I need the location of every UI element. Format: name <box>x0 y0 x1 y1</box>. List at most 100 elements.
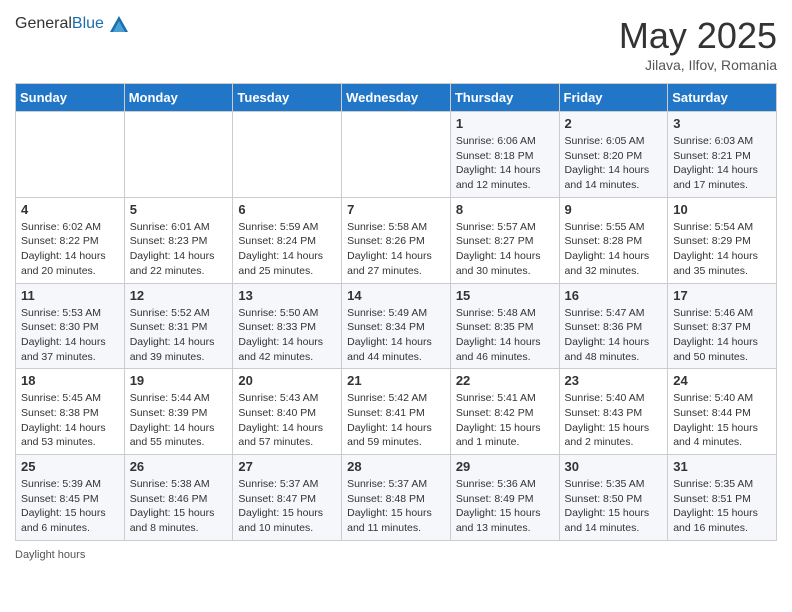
header-day-monday: Monday <box>124 84 233 112</box>
day-number: 20 <box>238 373 336 388</box>
logo-general-text: General <box>15 15 72 32</box>
calendar-cell: 23Sunrise: 5:40 AM Sunset: 8:43 PM Dayli… <box>559 369 668 455</box>
day-info: Sunrise: 5:35 AM Sunset: 8:51 PM Dayligh… <box>673 477 771 536</box>
header-day-sunday: Sunday <box>16 84 125 112</box>
day-info: Sunrise: 6:03 AM Sunset: 8:21 PM Dayligh… <box>673 134 771 193</box>
calendar-cell: 27 Sunrise: 5:37 AM Sunset: 8:47 PM Dayli… <box>233 455 342 541</box>
month-title: May 2025 <box>619 15 777 57</box>
day-info: Sunrise: 5:49 AM Sunset: 8:34 PM Dayligh… <box>347 306 445 365</box>
day-number: 25 <box>21 459 119 474</box>
header-day-tuesday: Tuesday <box>233 84 342 112</box>
day-number: 7 <box>347 202 445 217</box>
day-info: Sunrise: 5:54 AM Sunset: 8:29 PM Dayligh… <box>673 220 771 279</box>
day-info: Sunrise: 5:43 AM Sunset: 8:40 PM Dayligh… <box>238 391 336 450</box>
logo: GeneralBlue <box>15 15 128 33</box>
location: Jilava, Ilfov, Romania <box>619 57 777 73</box>
day-info: Sunrise: 5:58 AM Sunset: 8:26 PM Dayligh… <box>347 220 445 279</box>
day-info: Sunrise: 5:50 AM Sunset: 8:33 PM Dayligh… <box>238 306 336 365</box>
day-info: Sunrise: 5:38 AM Sunset: 8:46 PM Dayligh… <box>130 477 228 536</box>
day-number: 5 <box>130 202 228 217</box>
calendar-cell: 15 Sunrise: 5:48 AM Sunset: 8:35 PM Dayli… <box>450 283 559 369</box>
day-info: Sunrise: 5:53 AM Sunset: 8:30 PM Dayligh… <box>21 306 119 365</box>
day-info: Sunrise: 5:35 AM Sunset: 8:50 PM Dayligh… <box>565 477 663 536</box>
calendar-cell: 26 Sunrise: 5:38 AM Sunset: 8:46 PM Dayli… <box>124 455 233 541</box>
calendar-cell: 5 Sunrise: 6:01 AM Sunset: 8:23 PM Daylig… <box>124 197 233 283</box>
day-number: 28 <box>347 459 445 474</box>
calendar-cell: 13Sunrise: 5:50 AM Sunset: 8:33 PM Dayli… <box>233 283 342 369</box>
calendar-cell: 21Sunrise: 5:42 AM Sunset: 8:41 PM Dayli… <box>342 369 451 455</box>
calendar-week-3: 11 Sunrise: 5:53 AM Sunset: 8:30 PM Dayli… <box>16 283 777 369</box>
day-info: Sunrise: 5:37 AM Sunset: 8:47 PM Dayligh… <box>238 477 336 536</box>
day-info: Sunrise: 5:47 AM Sunset: 8:36 PM Dayligh… <box>565 306 663 365</box>
day-info: Sunrise: 5:57 AM Sunset: 8:27 PM Dayligh… <box>456 220 554 279</box>
day-number: 3 <box>673 116 771 131</box>
calendar-week-5: 25 Sunrise: 5:39 AM Sunset: 8:45 PM Dayli… <box>16 455 777 541</box>
logo-blue-text: Blue <box>72 15 104 32</box>
day-info: Sunrise: 5:39 AM Sunset: 8:45 PM Dayligh… <box>21 477 119 536</box>
day-info: Sunrise: 5:46 AM Sunset: 8:37 PM Dayligh… <box>673 306 771 365</box>
calendar-cell: 7 Sunrise: 5:58 AM Sunset: 8:26 PM Daylig… <box>342 197 451 283</box>
day-number: 31 <box>673 459 771 474</box>
footer: Daylight hours <box>15 549 777 561</box>
calendar-cell: 14 Sunrise: 5:49 AM Sunset: 8:34 PM Dayli… <box>342 283 451 369</box>
calendar-cell <box>342 112 451 198</box>
calendar-cell: 12Sunrise: 5:52 AM Sunset: 8:31 PM Dayli… <box>124 283 233 369</box>
header-day-wednesday: Wednesday <box>342 84 451 112</box>
calendar-cell: 22 Sunrise: 5:41 AM Sunset: 8:42 PM Dayli… <box>450 369 559 455</box>
day-info: Sunrise: 5:40 AM Sunset: 8:44 PM Dayligh… <box>673 391 771 450</box>
calendar-week-1: 1Sunrise: 6:06 AM Sunset: 8:18 PM Daylig… <box>16 112 777 198</box>
day-number: 12 <box>130 288 228 303</box>
day-number: 17 <box>673 288 771 303</box>
calendar-body: 1Sunrise: 6:06 AM Sunset: 8:18 PM Daylig… <box>16 112 777 541</box>
calendar-cell: 3 Sunrise: 6:03 AM Sunset: 8:21 PM Daylig… <box>668 112 777 198</box>
day-info: Sunrise: 5:41 AM Sunset: 8:42 PM Dayligh… <box>456 391 554 450</box>
day-number: 24 <box>673 373 771 388</box>
header-day-thursday: Thursday <box>450 84 559 112</box>
day-number: 9 <box>565 202 663 217</box>
calendar-cell <box>16 112 125 198</box>
calendar-cell: 29 Sunrise: 5:36 AM Sunset: 8:49 PM Dayli… <box>450 455 559 541</box>
day-number: 26 <box>130 459 228 474</box>
day-number: 2 <box>565 116 663 131</box>
calendar-week-4: 18 Sunrise: 5:45 AM Sunset: 8:38 PM Dayli… <box>16 369 777 455</box>
day-number: 27 <box>238 459 336 474</box>
day-number: 10 <box>673 202 771 217</box>
calendar-cell: 19Sunrise: 5:44 AM Sunset: 8:39 PM Dayli… <box>124 369 233 455</box>
logo-icon <box>110 15 128 33</box>
calendar-week-2: 4 Sunrise: 6:02 AM Sunset: 8:22 PM Daylig… <box>16 197 777 283</box>
calendar-cell <box>124 112 233 198</box>
day-number: 22 <box>456 373 554 388</box>
day-info: Sunrise: 6:01 AM Sunset: 8:23 PM Dayligh… <box>130 220 228 279</box>
day-number: 1 <box>456 116 554 131</box>
calendar-cell: 20 Sunrise: 5:43 AM Sunset: 8:40 PM Dayli… <box>233 369 342 455</box>
calendar-table: SundayMondayTuesdayWednesdayThursdayFrid… <box>15 83 777 541</box>
calendar-cell <box>233 112 342 198</box>
day-number: 29 <box>456 459 554 474</box>
day-number: 11 <box>21 288 119 303</box>
day-number: 4 <box>21 202 119 217</box>
title-block: May 2025 Jilava, Ilfov, Romania <box>619 15 777 73</box>
day-info: Sunrise: 6:02 AM Sunset: 8:22 PM Dayligh… <box>21 220 119 279</box>
day-number: 15 <box>456 288 554 303</box>
calendar-cell: 1Sunrise: 6:06 AM Sunset: 8:18 PM Daylig… <box>450 112 559 198</box>
calendar-cell: 30Sunrise: 5:35 AM Sunset: 8:50 PM Dayli… <box>559 455 668 541</box>
calendar-cell: 4 Sunrise: 6:02 AM Sunset: 8:22 PM Daylig… <box>16 197 125 283</box>
calendar-cell: 28Sunrise: 5:37 AM Sunset: 8:48 PM Dayli… <box>342 455 451 541</box>
day-number: 6 <box>238 202 336 217</box>
calendar-cell: 6 Sunrise: 5:59 AM Sunset: 8:24 PM Daylig… <box>233 197 342 283</box>
calendar-cell: 11 Sunrise: 5:53 AM Sunset: 8:30 PM Dayli… <box>16 283 125 369</box>
day-number: 14 <box>347 288 445 303</box>
day-info: Sunrise: 5:48 AM Sunset: 8:35 PM Dayligh… <box>456 306 554 365</box>
calendar-cell: 16Sunrise: 5:47 AM Sunset: 8:36 PM Dayli… <box>559 283 668 369</box>
calendar-cell: 10 Sunrise: 5:54 AM Sunset: 8:29 PM Dayli… <box>668 197 777 283</box>
calendar-cell: 18 Sunrise: 5:45 AM Sunset: 8:38 PM Dayli… <box>16 369 125 455</box>
day-info: Sunrise: 5:36 AM Sunset: 8:49 PM Dayligh… <box>456 477 554 536</box>
header-day-friday: Friday <box>559 84 668 112</box>
day-number: 8 <box>456 202 554 217</box>
calendar-cell: 31 Sunrise: 5:35 AM Sunset: 8:51 PM Dayli… <box>668 455 777 541</box>
day-info: Sunrise: 5:59 AM Sunset: 8:24 PM Dayligh… <box>238 220 336 279</box>
day-info: Sunrise: 5:45 AM Sunset: 8:38 PM Dayligh… <box>21 391 119 450</box>
calendar-cell: 8 Sunrise: 5:57 AM Sunset: 8:27 PM Daylig… <box>450 197 559 283</box>
day-info: Sunrise: 5:44 AM Sunset: 8:39 PM Dayligh… <box>130 391 228 450</box>
day-number: 18 <box>21 373 119 388</box>
